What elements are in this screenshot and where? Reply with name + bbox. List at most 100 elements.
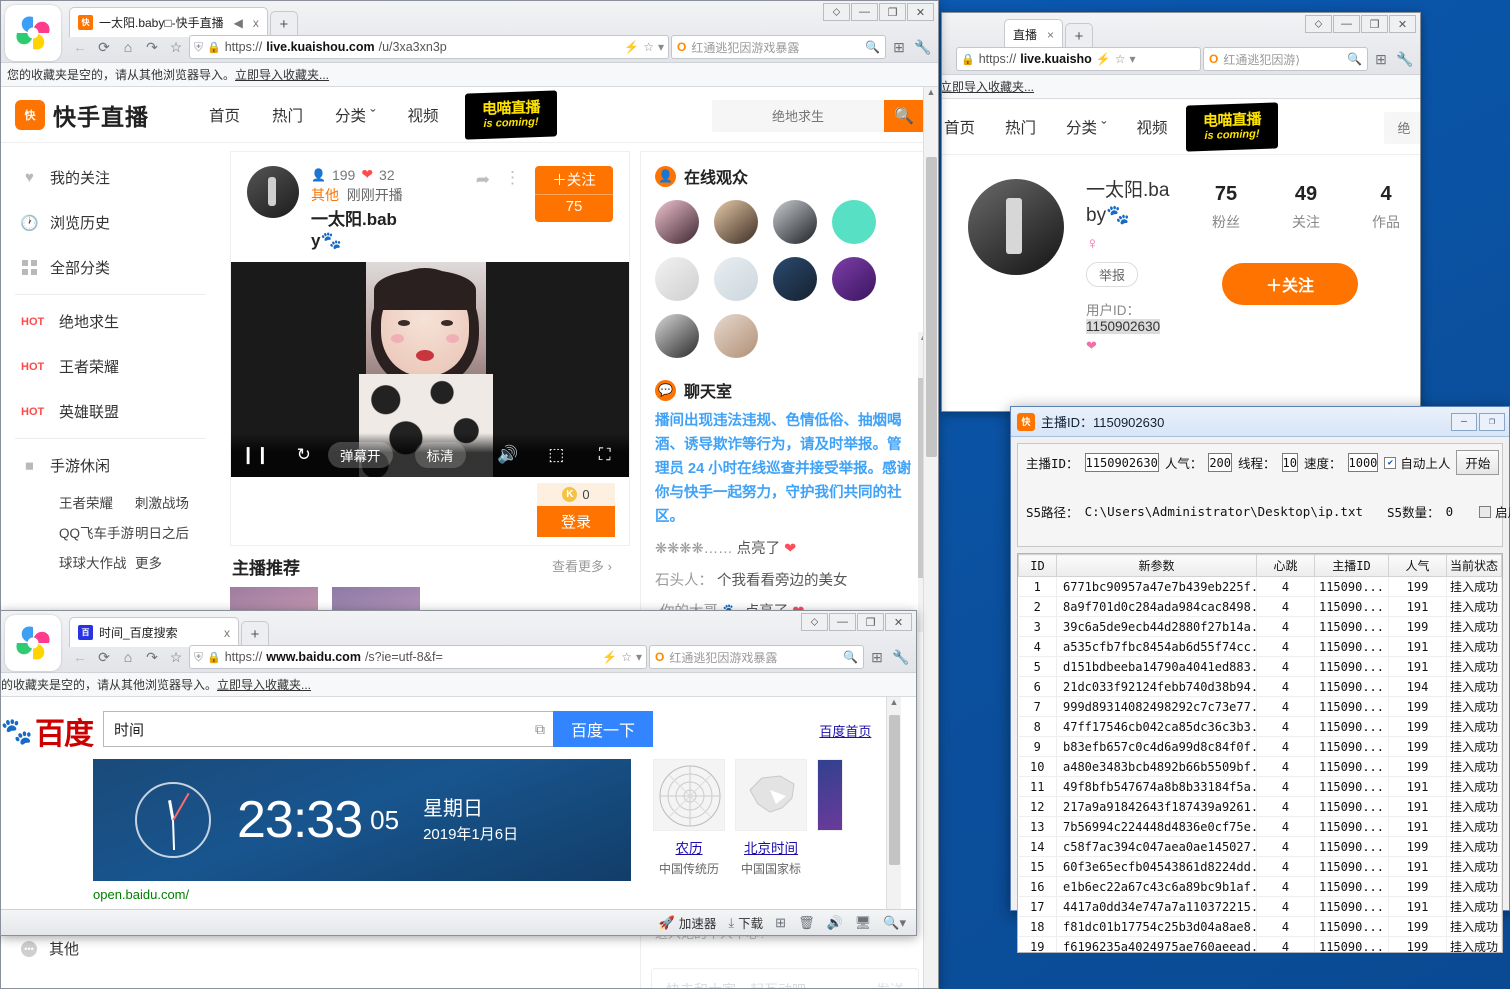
nav-video[interactable]: 视频 — [1137, 116, 1168, 138]
maximize-button[interactable]: ❐ — [1479, 412, 1505, 431]
tool-table-wrap[interactable]: ID 新参数 心跳 主播ID 人气 当前状态 1 6771bc90957a47e7… — [1017, 553, 1503, 953]
close-icon[interactable]: x — [249, 16, 259, 30]
table-row[interactable]: 6 21dc033f92124febb740d38b94... 4 115090...… — [1018, 676, 1502, 697]
avatar[interactable] — [655, 257, 699, 301]
browser-tab[interactable]: 百 时间_百度搜索 x — [69, 617, 239, 647]
site-search[interactable]: 🔍 — [712, 100, 924, 132]
volume-button[interactable]: 🔊 — [484, 445, 533, 465]
zoom-icon[interactable]: 🔍▾ — [883, 915, 906, 931]
auto-add-checkbox[interactable]: ✔ 自动上人 — [1384, 453, 1450, 472]
nav-home[interactable]: 首页 — [209, 104, 240, 126]
maximize-button[interactable]: ❐ — [1361, 15, 1388, 33]
sidebar-subitem[interactable]: QQ飞车手游 — [59, 522, 135, 542]
minimize-button[interactable]: — — [829, 613, 856, 631]
avatar[interactable] — [714, 200, 758, 244]
skin-icon[interactable]: ⬦ — [1305, 15, 1332, 33]
search-submit-button[interactable]: 🔍 — [884, 100, 924, 132]
table-row[interactable]: 7 999d89314082498292c7c73e77... 4 115090...… — [1018, 696, 1502, 717]
nav-hot[interactable]: 热门 — [272, 104, 303, 126]
minimize-button[interactable]: — — [1451, 412, 1477, 431]
back-icon[interactable]: ← — [69, 36, 91, 58]
anchor-id-input[interactable]: 1150902630 — [1084, 453, 1159, 472]
skin-icon[interactable]: ⬦ — [801, 613, 828, 631]
minimize-button[interactable]: — — [1333, 15, 1360, 33]
chevron-up-icon[interactable]: ▲ — [887, 697, 901, 707]
table-row[interactable]: 17 4417a0dd34e747a7a110372215... 4 115090..… — [1018, 896, 1502, 917]
tool-window[interactable]: 快 主播ID：1150902630 — ❐ 主播ID： 1150902630 人… — [1010, 406, 1510, 953]
sidebar-subitem[interactable]: 更多 — [135, 552, 211, 572]
table-row[interactable]: 8 47ff17546cb042ca85dc36c3b3... 4 115090...… — [1018, 716, 1502, 737]
table-row[interactable]: 11 49f8bfb547674a8b8b33184f5a... 4 115090..… — [1018, 776, 1502, 797]
lightning-icon[interactable]: ⚡ — [602, 650, 617, 664]
report-button[interactable]: 举报 — [1086, 262, 1139, 288]
site-search-input[interactable] — [712, 100, 884, 132]
recommend-more-link[interactable]: 查看更多 › — [552, 556, 612, 575]
speed-input[interactable]: 1000 — [1347, 453, 1379, 472]
table-row[interactable]: 4 a535cfb7fbc8454ab6d55f74cc... 4 115090...… — [1018, 636, 1502, 657]
status-download[interactable]: ⤓ 下载 — [728, 913, 763, 932]
time-result-card[interactable]: 23:33 05 星期日 2019年1月6日 — [93, 759, 631, 881]
refresh-button[interactable]: ↻ — [280, 445, 329, 465]
avatar[interactable] — [714, 257, 758, 301]
star-icon[interactable]: ☆ — [621, 650, 632, 664]
table-row[interactable]: 3 39c6a5de9ecb44d2880f27b14a... 4 115090...… — [1018, 616, 1502, 637]
avatar[interactable] — [832, 257, 876, 301]
search-icon[interactable]: 🔍 — [1347, 52, 1362, 66]
promo-banner[interactable]: 电喵直播 is coming! — [1185, 101, 1278, 152]
favorite-icon[interactable]: ☆ — [165, 646, 187, 668]
related-link[interactable]: 农历 — [653, 837, 725, 857]
close-button[interactable]: ✕ — [907, 3, 934, 21]
table-row[interactable]: 12 217a9a91842643f187439a9261... 4 115090..… — [1018, 796, 1502, 817]
baidu-logo[interactable]: 🐾 百度 — [1, 711, 94, 752]
table-row[interactable]: 18 f81dc01b17754c25b3d04a8ae8... 4 115090..… — [1018, 916, 1502, 937]
sidebar-group-mobile-games[interactable]: ◼ 手游休闲 — [1, 443, 220, 488]
related-item[interactable]: 北京时间 中国国家标 — [735, 759, 807, 881]
close-button[interactable]: ✕ — [1389, 15, 1416, 33]
chevron-down-icon[interactable]: ▾ — [1130, 52, 1136, 66]
address-bar[interactable]: ⛨ 🔒 https:// www.baidu.com /s?ie=utf-8&f… — [189, 645, 647, 669]
scrollbar-thumb[interactable] — [889, 715, 900, 865]
reload-icon[interactable]: ⟳ — [93, 646, 115, 668]
sidebar-subitem[interactable]: 刺激战场 — [135, 492, 211, 512]
thread-input[interactable]: 10 — [1281, 453, 1298, 472]
sidebar-subitem[interactable]: 明日之后 — [135, 522, 211, 542]
address-bar[interactable]: 🔒 https:// live.kuaisho ⚡ ☆ ▾ — [956, 47, 1201, 71]
trash-icon[interactable]: 🗑 — [798, 915, 815, 931]
table-row[interactable]: 10 a480e3483bcb4892b66b5509bf... 4 115090..… — [1018, 756, 1502, 777]
lightning-icon[interactable]: ⚡ — [1096, 52, 1111, 66]
enable-s5-checkbox[interactable]: 启用S5 — [1479, 502, 1510, 521]
quality-selector[interactable]: 标清 — [414, 441, 466, 468]
speaker-icon[interactable]: 🔊 — [827, 915, 843, 931]
sidebar-item-lol[interactable]: HOT 英雄联盟 — [1, 389, 220, 434]
table-row[interactable]: 15 60f3e65ecfb04543861d8224dd... 4 115090..… — [1018, 856, 1502, 877]
nav-category[interactable]: 分类 ˇ — [335, 104, 375, 126]
tools-icon[interactable]: 🔧 — [890, 646, 912, 668]
video-player[interactable]: ❙❙ ↻ 弹幕开 标清 🔊 ⬚ ⛶ — [231, 261, 630, 477]
more-icon[interactable]: ⋮ — [504, 166, 521, 188]
minimize-button[interactable]: — — [851, 3, 878, 21]
send-button[interactable]: 发送 — [876, 980, 918, 988]
baidu-search-input[interactable]: 时间 ⧉ — [103, 711, 553, 747]
promo-banner[interactable]: 电喵直播 is coming! — [464, 89, 557, 140]
sidebar-item-pubg[interactable]: HOT 绝地求生 — [1, 299, 220, 344]
apps-icon[interactable]: ⊞ — [866, 646, 888, 668]
scrollbar-thumb[interactable] — [926, 157, 937, 457]
browser-window-baidu[interactable]: 百 时间_百度搜索 x + ⬦ — ❐ ✕ ← ⟳ ⌂ ↷ ☆ ⛨ 🔒 http… — [0, 610, 917, 936]
site-logo[interactable]: 快 快手直播 — [15, 98, 149, 132]
table-row[interactable]: 14 c58f7ac394c047aea0ae145027... 4 115090..… — [1018, 836, 1502, 857]
result-url[interactable]: open.baidu.com/ — [93, 887, 916, 902]
category-label[interactable]: 其他 — [311, 187, 339, 203]
fullscreen-button[interactable]: ⛶ — [581, 445, 630, 465]
import-bookmarks-link[interactable]: 立即导入收藏夹... — [217, 676, 311, 693]
baidu-home-link[interactable]: 百度首页 — [819, 724, 871, 739]
favorite-icon[interactable]: ☆ — [165, 36, 187, 58]
table-row[interactable]: 16 e1b6ec22a67c43c6a89bc9b1af... 4 115090..… — [1018, 876, 1502, 897]
related-link[interactable]: 北京时间 — [735, 837, 807, 857]
forward-history-icon[interactable]: ↷ — [141, 36, 163, 58]
chevron-down-icon[interactable]: ▾ — [658, 40, 664, 54]
lightning-icon[interactable]: ⚡ — [624, 40, 639, 54]
table-row[interactable]: 2 8a9f701d0c284ada984cac8498... 4 115090...… — [1018, 596, 1502, 617]
sidebar-item-all-categories[interactable]: 全部分类 — [1, 245, 220, 290]
nav-home[interactable]: 首页 — [944, 116, 975, 138]
table-row[interactable]: 5 d151bdbeeba14790a4041ed883... 4 115090...… — [1018, 656, 1502, 677]
